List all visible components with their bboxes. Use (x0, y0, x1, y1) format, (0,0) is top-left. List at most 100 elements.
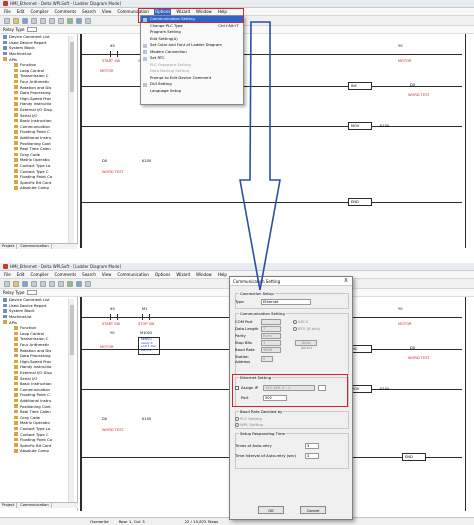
open-folder-icon[interactable] (13, 280, 19, 287)
menu-search[interactable]: Search (81, 271, 97, 278)
station-address-input[interactable]: 0 (261, 356, 273, 362)
auto-retry-times-label: Times of Auto-retry (235, 443, 272, 449)
operand-label: K100 (380, 387, 390, 391)
folder-icon (14, 63, 18, 67)
tree-scrollbar[interactable] (68, 299, 74, 507)
rtu-radio[interactable] (293, 326, 297, 331)
parity-row: Parity Even (235, 333, 343, 339)
tree-item[interactable]: Absolute Comp (0, 448, 77, 454)
contact-label: M1002 (140, 331, 153, 335)
menu-view[interactable]: View (101, 8, 113, 15)
menu-item-language-setup[interactable]: Language Setup (141, 88, 243, 95)
menu-communication[interactable]: Communication (116, 271, 150, 278)
menu-file[interactable]: File (3, 8, 12, 15)
contact-x0[interactable] (110, 314, 118, 320)
zoom-icon[interactable] (85, 17, 91, 24)
print-icon[interactable] (31, 17, 37, 24)
wpl-setting-label: WPL Setting (240, 422, 263, 427)
menu-window[interactable]: Window (195, 271, 213, 278)
contact-m1[interactable] (142, 314, 150, 320)
operand-comment: WORD TEST (408, 356, 430, 360)
window-title: HMI_Ethernet - Delta WPLSoft - [Ladder D… (10, 264, 121, 269)
open-folder-icon[interactable] (13, 17, 19, 24)
tab-communication[interactable]: Communication (18, 503, 52, 508)
auto-detect-button[interactable]: Auto-detect (295, 340, 317, 350)
folder-icon (14, 158, 18, 162)
copy-icon[interactable] (49, 17, 55, 24)
tree-item[interactable]: Absolute Comp (0, 185, 77, 191)
baud-rate-label: Baud Rate (235, 347, 255, 353)
compare-operand: D0 (102, 159, 108, 163)
zoom-icon[interactable] (85, 280, 91, 287)
group-label: Communication Setting (239, 311, 286, 316)
folder-icon (14, 152, 18, 157)
menu-search[interactable]: Search (81, 8, 97, 15)
relay-type-select[interactable] (27, 27, 38, 32)
comment-box[interactable]: SENSor ready K unit 1 Dec Out K1 (138, 337, 160, 355)
ascii-radio[interactable] (293, 319, 297, 324)
compile-icon[interactable] (67, 17, 73, 24)
plc-setting-label: PLC Setting (240, 416, 262, 421)
scroll-thumb[interactable] (70, 305, 74, 355)
online-icon[interactable] (76, 280, 82, 287)
close-icon[interactable]: X (343, 278, 349, 284)
menu-view[interactable]: View (101, 271, 113, 278)
save-icon[interactable] (22, 280, 28, 287)
menu-comments[interactable]: Comments (53, 8, 77, 15)
auto-retry-times-input[interactable]: 3 (305, 443, 319, 449)
copy-icon[interactable] (49, 280, 55, 287)
wpl-setting-row: WPL Setting (235, 422, 343, 427)
data-length-select[interactable]: 7 (261, 326, 281, 332)
folder-icon (14, 415, 18, 420)
relay-type-select[interactable] (27, 290, 38, 295)
folder-icon (14, 337, 18, 341)
folder-icon (14, 353, 18, 358)
parity-select[interactable]: Even (261, 333, 281, 339)
com-port-select[interactable] (261, 319, 281, 325)
new-file-icon[interactable] (4, 280, 10, 287)
scroll-thumb[interactable] (70, 42, 74, 92)
contact-x0[interactable] (110, 51, 118, 57)
paste-icon[interactable] (58, 280, 64, 287)
highlight-box-menu (138, 8, 244, 23)
tab-project[interactable]: Project (0, 244, 18, 249)
compile-icon[interactable] (67, 280, 73, 287)
menu-comments[interactable]: Comments (53, 271, 77, 278)
folder-icon (14, 102, 18, 106)
instruction-end[interactable]: END (348, 198, 372, 206)
ok-button[interactable]: OK (258, 506, 284, 514)
parity-label: Parity (235, 333, 246, 339)
rung-wire (82, 126, 462, 127)
stop-bits-select[interactable]: 1 (261, 340, 281, 346)
type-select[interactable]: Ethernet (261, 299, 311, 305)
print-icon[interactable] (31, 280, 37, 287)
menu-file[interactable]: File (3, 271, 12, 278)
tab-communication[interactable]: Communication (18, 244, 52, 249)
instruction-end[interactable]: END (402, 453, 426, 461)
menu-options[interactable]: Options (154, 271, 171, 278)
menu-edit[interactable]: Edit (16, 8, 26, 15)
plc-setting-radio[interactable] (235, 416, 239, 421)
menu-wizard[interactable]: Wizard (175, 271, 191, 278)
menu-compiler[interactable]: Compiler (29, 271, 49, 278)
tree-scrollbar[interactable] (68, 36, 74, 244)
wpl-setting-radio[interactable] (235, 422, 239, 427)
cut-icon[interactable] (40, 17, 46, 24)
menu-edit[interactable]: Edit (16, 271, 26, 278)
paste-icon[interactable] (58, 17, 64, 24)
baud-rate-select[interactable]: 9600 (261, 347, 281, 353)
online-icon[interactable] (76, 17, 82, 24)
save-icon[interactable] (22, 17, 28, 24)
menu-compiler[interactable]: Compiler (29, 8, 49, 15)
cancel-button[interactable]: Cancel (300, 506, 326, 514)
new-file-icon[interactable] (4, 17, 10, 24)
document-icon (3, 314, 7, 319)
instruction-inc[interactable]: INC (348, 82, 372, 90)
instruction-mov[interactable]: MOV (348, 122, 372, 130)
rung-wire (82, 202, 462, 203)
auto-retry-interval-input[interactable]: 3 (305, 453, 319, 459)
cut-icon[interactable] (40, 280, 46, 287)
options-dropdown-menu: Communication Setting Change PLC Type Ctr… (140, 15, 244, 105)
tab-project[interactable]: Project (0, 503, 18, 508)
menu-help[interactable]: Help (217, 271, 228, 278)
